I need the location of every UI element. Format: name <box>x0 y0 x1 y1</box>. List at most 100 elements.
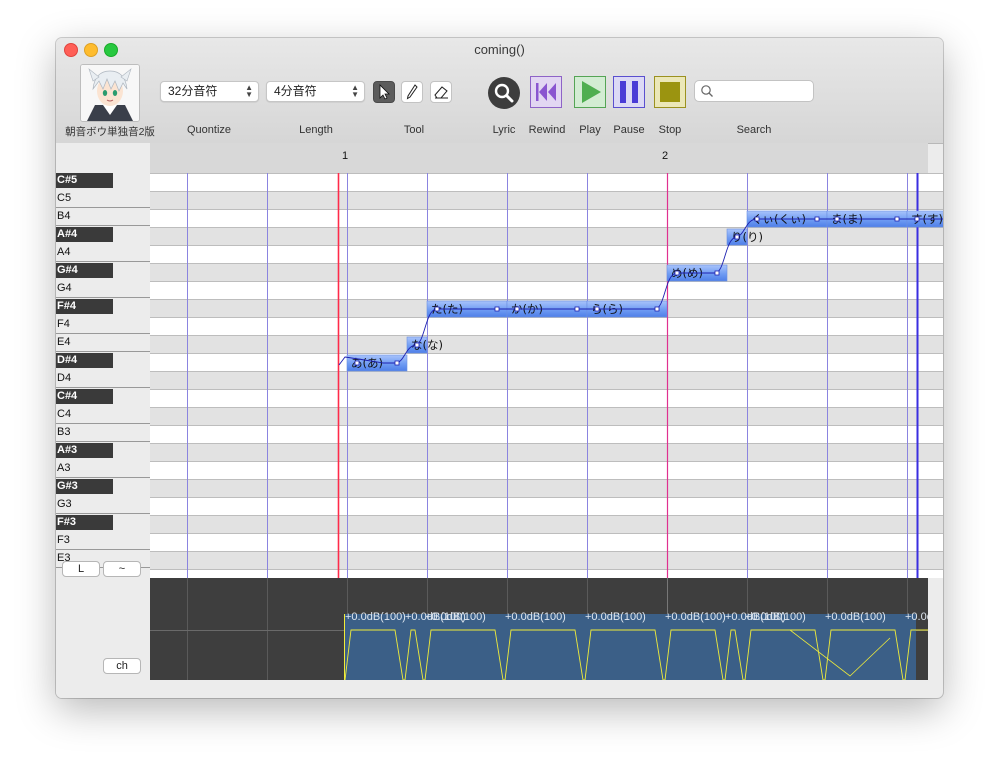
piano-key-divider <box>56 477 150 478</box>
piano-roll-grid[interactable]: あ(あ) な(な) た(た) か(か) ら(ら) め(め) り(り) くぃ(くぃ) ま(ま) す(… <box>150 173 943 578</box>
pitch-control-point <box>674 270 680 276</box>
velocity-envelope-canvas <box>150 578 928 680</box>
eraser-tool-button[interactable] <box>430 81 452 103</box>
piano-key-label[interactable]: C#5 <box>56 173 113 188</box>
piano-key-label[interactable]: F3 <box>56 533 70 548</box>
piano-key-label[interactable]: A3 <box>56 461 70 476</box>
piano-key-label[interactable]: G#3 <box>56 479 113 494</box>
pitch-row <box>150 353 943 371</box>
pitch-control-point <box>354 360 360 366</box>
note-block[interactable]: り(り) <box>726 228 763 246</box>
velocity-label: +0.0dB(100) <box>665 611 726 623</box>
stop-label: Stop <box>658 124 682 136</box>
l-button[interactable]: L <box>62 561 100 577</box>
piano-key-divider <box>56 261 150 262</box>
pitch-row <box>150 443 943 461</box>
pitch-row <box>150 389 943 407</box>
piano-key-label[interactable]: G3 <box>56 497 72 512</box>
stop-button[interactable] <box>654 76 686 108</box>
tilde-button[interactable]: ~ <box>103 561 141 577</box>
pitch-row <box>150 263 943 281</box>
pitch-control-point <box>574 306 580 312</box>
rewind-button[interactable] <box>530 76 562 108</box>
search-icon <box>701 85 713 97</box>
search-field[interactable] <box>694 80 814 102</box>
pitch-row <box>150 227 943 245</box>
pitch-row <box>150 173 943 191</box>
pencil-tool-button[interactable] <box>401 81 423 103</box>
note-block[interactable]: な(な) <box>406 336 443 354</box>
pitch-row <box>150 407 943 425</box>
velocity-label: +0.0dB(100) <box>825 611 886 623</box>
pitch-row <box>150 461 943 479</box>
pause-button[interactable] <box>613 76 645 108</box>
velocity-label: +0.0dB(100) <box>905 611 928 623</box>
piano-key-label[interactable]: B4 <box>56 209 70 224</box>
velocity-label: +0.0dB(100) <box>425 611 486 623</box>
pitch-control-point <box>914 216 920 222</box>
length-select[interactable]: 4分音符 ▲ ▼ <box>266 81 365 102</box>
play-button[interactable] <box>574 76 606 108</box>
piano-key-divider <box>56 333 150 334</box>
length-label: Length <box>299 124 333 136</box>
pitch-row <box>150 335 943 353</box>
tool-label: Tool <box>403 124 425 136</box>
eraser-icon <box>434 86 448 99</box>
piano-key-label[interactable]: B3 <box>56 425 70 440</box>
piano-key-label[interactable]: D4 <box>56 371 71 386</box>
piano-key-label[interactable]: A#4 <box>56 227 113 242</box>
piano-key-label[interactable]: C4 <box>56 407 71 422</box>
pause-label: Pause <box>613 124 645 136</box>
singer-avatar[interactable] <box>80 64 140 122</box>
singer-portrait-icon <box>81 65 139 121</box>
piano-key-label[interactable]: A#3 <box>56 443 113 458</box>
pitch-row <box>150 497 943 515</box>
select-arrows-icon: ▲ ▼ <box>351 83 359 99</box>
pitch-row <box>150 533 943 551</box>
piano-key-label[interactable]: G#4 <box>56 263 113 278</box>
piano-key-label[interactable]: G4 <box>56 281 72 296</box>
piano-key-label[interactable]: D#4 <box>56 353 113 368</box>
piano-key-label[interactable]: C#4 <box>56 389 113 404</box>
piano-key-label[interactable]: C5 <box>56 191 71 206</box>
piano-key-label[interactable]: F#4 <box>56 299 113 314</box>
measure-2-label: 2 <box>662 150 669 162</box>
velocity-label: +0.0dB(100) <box>585 611 646 623</box>
select-arrows-icon: ▲ ▼ <box>245 83 253 99</box>
search-input[interactable] <box>715 82 811 101</box>
singer-name: 朝音ボウ単独音2版 <box>65 126 155 138</box>
app-window: coming() 朝音ボウ単独音2版 32分音符 ▲ ▼ Quontize 4分音… <box>56 38 943 698</box>
pitch-control-point <box>394 360 400 366</box>
piano-key-label[interactable]: F#3 <box>56 515 113 530</box>
pitch-row <box>150 425 943 443</box>
piano-key-label[interactable]: E4 <box>56 335 70 350</box>
pitch-control-point <box>814 216 820 222</box>
velocity-labels: +0.0dB(100) +0.0dB(100) +0.0dB(100) +0.0dB(… <box>150 611 928 627</box>
pointer-tool-button[interactable] <box>373 81 395 103</box>
stop-icon <box>660 82 680 102</box>
piano-key-divider <box>56 297 150 298</box>
lyric-label: Lyric <box>492 124 516 136</box>
window-title: coming() <box>474 42 525 57</box>
pitch-control-point <box>514 306 520 312</box>
search-label: Search <box>736 124 772 136</box>
velocity-label: +0.0dB(100) <box>345 611 406 623</box>
pitch-row <box>150 245 943 263</box>
pitch-row <box>150 569 943 578</box>
piano-key-divider <box>56 423 150 424</box>
measure-ruler[interactable]: 1 2 <box>150 143 928 173</box>
piano-key-divider <box>56 549 150 550</box>
piano-key-label[interactable]: F4 <box>56 317 70 332</box>
piano-key-label[interactable]: A4 <box>56 245 70 260</box>
piano-key-divider <box>56 441 150 442</box>
play-label: Play <box>579 124 601 136</box>
piano-roll-canvas: あ(あ)な(な)た(た) か(か) ら(ら)め(め)り(り)くぃ(くぃ) ま(ま) す(… <box>150 173 943 578</box>
piano-key-divider <box>56 513 150 514</box>
velocity-panel[interactable]: +0.0dB(100) +0.0dB(100) +0.0dB(100) +0.0dB(… <box>150 578 928 680</box>
quantize-select[interactable]: 32分音符 ▲ ▼ <box>160 81 259 102</box>
ch-button[interactable]: ch <box>103 658 141 674</box>
lyric-button-bg <box>488 77 520 109</box>
pitch-control-point <box>834 216 840 222</box>
piano-keyboard: C#5 C5 B4 A#4 A4 G#4 G4 F#4 F4 E4 D#4 D4 C#4 C4 B3 A#3 A… <box>56 143 150 578</box>
lyric-button[interactable] <box>487 76 521 110</box>
